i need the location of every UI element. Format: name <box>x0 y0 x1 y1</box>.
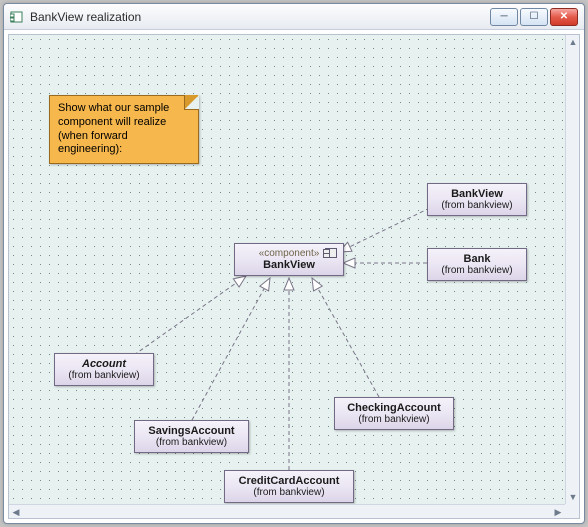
diagram-canvas[interactable]: Show what our sample component will real… <box>9 35 565 504</box>
horizontal-scrollbar[interactable]: ◀ ▶ <box>9 504 565 518</box>
client-area: Show what our sample component will real… <box>8 34 580 519</box>
class-checkingaccount[interactable]: CheckingAccount (from bankview) <box>334 397 454 430</box>
class-name: SavingsAccount <box>143 425 240 437</box>
component-icon <box>325 248 337 258</box>
class-bank[interactable]: Bank (from bankview) <box>427 248 527 281</box>
minimize-button[interactable]: ─ <box>490 8 518 26</box>
class-name: CheckingAccount <box>343 402 445 414</box>
scroll-right-icon[interactable]: ▶ <box>551 505 565 519</box>
class-creditcardaccount[interactable]: CreditCardAccount (from bankview) <box>224 470 354 503</box>
class-namespace: (from bankview) <box>343 414 445 425</box>
class-namespace: (from bankview) <box>233 487 345 498</box>
component-bankview[interactable]: «component» BankView <box>234 243 344 276</box>
class-name: Bank <box>436 253 518 265</box>
class-bankview[interactable]: BankView (from bankview) <box>427 183 527 216</box>
class-name: CreditCardAccount <box>233 475 345 487</box>
scroll-left-icon[interactable]: ◀ <box>9 505 23 519</box>
note-line: Show what our sample <box>58 102 190 116</box>
class-name: BankView <box>436 188 518 200</box>
stereotype-label: «component» <box>243 248 335 259</box>
component-name: BankView <box>243 259 335 271</box>
window-title: BankView realization <box>30 10 484 24</box>
class-account[interactable]: Account (from bankview) <box>54 353 154 386</box>
class-namespace: (from bankview) <box>436 265 518 276</box>
maximize-icon: ☐ <box>530 12 539 22</box>
class-namespace: (from bankview) <box>143 437 240 448</box>
vertical-scrollbar[interactable]: ▲ ▼ <box>565 35 579 504</box>
close-button[interactable]: ✕ <box>550 8 578 26</box>
diagram-icon <box>10 10 24 24</box>
class-namespace: (from bankview) <box>436 200 518 211</box>
close-icon: ✕ <box>560 12 568 22</box>
class-namespace: (from bankview) <box>63 370 145 381</box>
note-line: engineering): <box>58 143 190 157</box>
maximize-button[interactable]: ☐ <box>520 8 548 26</box>
title-bar[interactable]: BankView realization ─ ☐ ✕ <box>4 4 584 30</box>
scrollbar-corner <box>565 504 579 518</box>
class-savingsaccount[interactable]: SavingsAccount (from bankview) <box>134 420 249 453</box>
scroll-down-icon[interactable]: ▼ <box>566 490 580 504</box>
minimize-icon: ─ <box>500 12 507 22</box>
note-line: component will realize <box>58 116 190 130</box>
sticky-note[interactable]: Show what our sample component will real… <box>49 95 199 164</box>
scroll-up-icon[interactable]: ▲ <box>566 35 580 49</box>
window-controls: ─ ☐ ✕ <box>490 8 578 26</box>
diagram-window: BankView realization ─ ☐ ✕ <box>3 3 585 524</box>
class-name: Account <box>63 358 145 370</box>
note-line: (when forward <box>58 130 190 144</box>
